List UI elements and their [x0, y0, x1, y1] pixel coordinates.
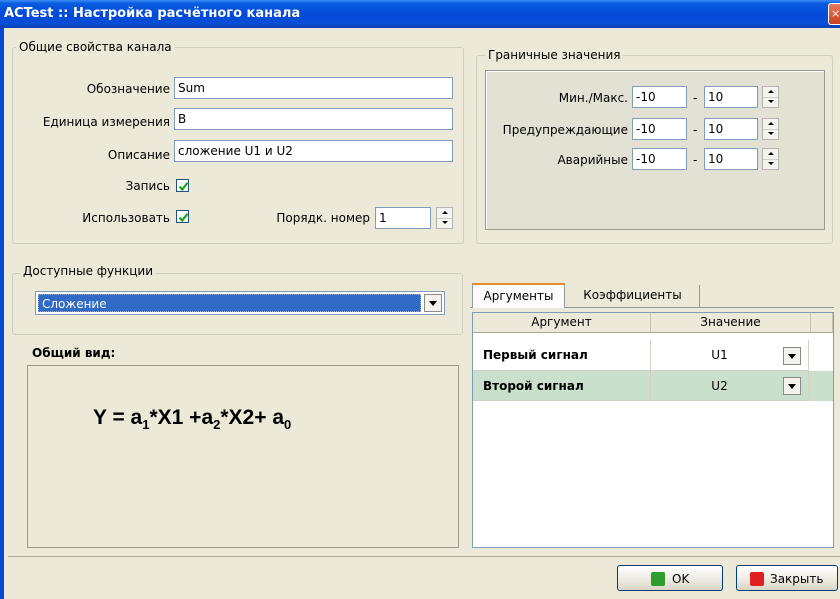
close-button[interactable]: Закрыть: [736, 565, 838, 591]
limit-separator: -: [693, 123, 698, 137]
ok-button[interactable]: OK: [617, 565, 723, 591]
order-label: Порядк. номер: [276, 211, 370, 225]
limit-separator: -: [693, 91, 698, 105]
table-row[interactable]: Первый сигнал U1: [473, 340, 809, 371]
close-action-icon: [750, 572, 764, 586]
formula-panel: Y = a1*X1 +a2*X2+ a0: [27, 365, 459, 548]
window-frame-left: [0, 28, 4, 599]
designation-input[interactable]: Sum: [174, 77, 453, 99]
arrow-down-icon: [442, 221, 448, 224]
arrow-up-icon: [442, 211, 448, 214]
limit-alarm-label: Аварийные: [557, 153, 628, 167]
arrow-up-icon: [768, 90, 774, 93]
spin-down-button[interactable]: [763, 97, 778, 107]
bottom-divider: [8, 556, 840, 557]
function-selected-value: Сложение: [38, 294, 421, 312]
header-argument[interactable]: Аргумент: [473, 313, 651, 333]
order-input[interactable]: 1: [375, 207, 431, 229]
limit-separator: -: [693, 153, 698, 167]
chevron-down-icon[interactable]: [424, 294, 442, 312]
ok-icon: [651, 572, 665, 586]
limit-warning-label: Предупреждающие: [502, 123, 628, 137]
close-button-label: Закрыть: [770, 572, 824, 586]
limit-alarm-min[interactable]: -10: [632, 148, 687, 170]
function-select[interactable]: Сложение: [35, 291, 445, 315]
header-spacer: [811, 313, 833, 333]
use-checkbox[interactable]: [176, 210, 189, 223]
header-value[interactable]: Значение: [651, 313, 811, 333]
description-input[interactable]: сложение U1 и U2: [174, 140, 453, 162]
unit-label: Единица измерения: [42, 115, 170, 129]
window-title: ACTest :: Настройка расчётного канала: [4, 6, 301, 21]
close-icon: ×: [831, 7, 840, 20]
arg-name-cell: Первый сигнал: [473, 340, 651, 371]
window-close-button[interactable]: ×: [828, 3, 840, 25]
record-label: Запись: [125, 179, 170, 193]
channel-props-title: Общие свойства канала: [16, 40, 175, 54]
checkmark-icon: [178, 213, 189, 223]
arrow-down-icon: [768, 100, 774, 103]
use-label: Использовать: [82, 211, 170, 225]
record-checkbox[interactable]: [176, 179, 189, 192]
arguments-table[interactable]: Аргумент Значение Первый сигнал U1 Второ…: [472, 312, 834, 548]
chevron-down-icon[interactable]: [783, 377, 801, 395]
arrow-down-icon: [768, 162, 774, 165]
limit-minmax-spinner[interactable]: [762, 86, 779, 108]
arg-name-cell: Второй сигнал: [473, 371, 651, 401]
general-view-label: Общий вид:: [32, 346, 116, 360]
limit-minmax-min[interactable]: -10: [632, 86, 687, 108]
functions-title: Доступные функции: [20, 264, 156, 278]
order-spinner[interactable]: [436, 207, 453, 229]
spin-down-button[interactable]: [763, 159, 778, 169]
spin-down-button[interactable]: [437, 218, 452, 228]
limit-minmax-label: Мин./Макс.: [558, 91, 628, 105]
arrow-up-icon: [768, 152, 774, 155]
tab-coefficients-label: Коэффициенты: [583, 288, 682, 302]
window-title-bar[interactable]: ACTest :: Настройка расчётного канала: [0, 0, 840, 28]
limit-alarm-max[interactable]: 10: [704, 148, 758, 170]
limit-warning-spinner[interactable]: [762, 118, 779, 140]
formula-text: Y = a1*X1 +a2*X2+ a0: [93, 406, 292, 433]
arrow-up-icon: [768, 122, 774, 125]
tab-coefficients[interactable]: Коэффициенты: [566, 285, 700, 307]
description-label: Описание: [107, 148, 170, 162]
tab-arguments[interactable]: Аргументы: [472, 283, 565, 308]
tab-arguments-label: Аргументы: [483, 289, 554, 303]
designation-label: Обозначение: [86, 82, 170, 96]
table-row[interactable]: Второй сигнал U2: [473, 371, 833, 401]
spin-down-button[interactable]: [763, 129, 778, 139]
chevron-down-icon[interactable]: [783, 347, 801, 365]
limit-minmax-max[interactable]: 10: [704, 86, 758, 108]
ok-button-label: OK: [672, 572, 690, 586]
checkmark-icon: [178, 182, 189, 192]
arrow-down-icon: [768, 132, 774, 135]
limit-warning-min[interactable]: -10: [632, 118, 687, 140]
unit-input[interactable]: В: [174, 108, 453, 130]
limit-warning-max[interactable]: 10: [704, 118, 758, 140]
limit-alarm-spinner[interactable]: [762, 148, 779, 170]
limits-title: Граничные значения: [485, 48, 624, 62]
